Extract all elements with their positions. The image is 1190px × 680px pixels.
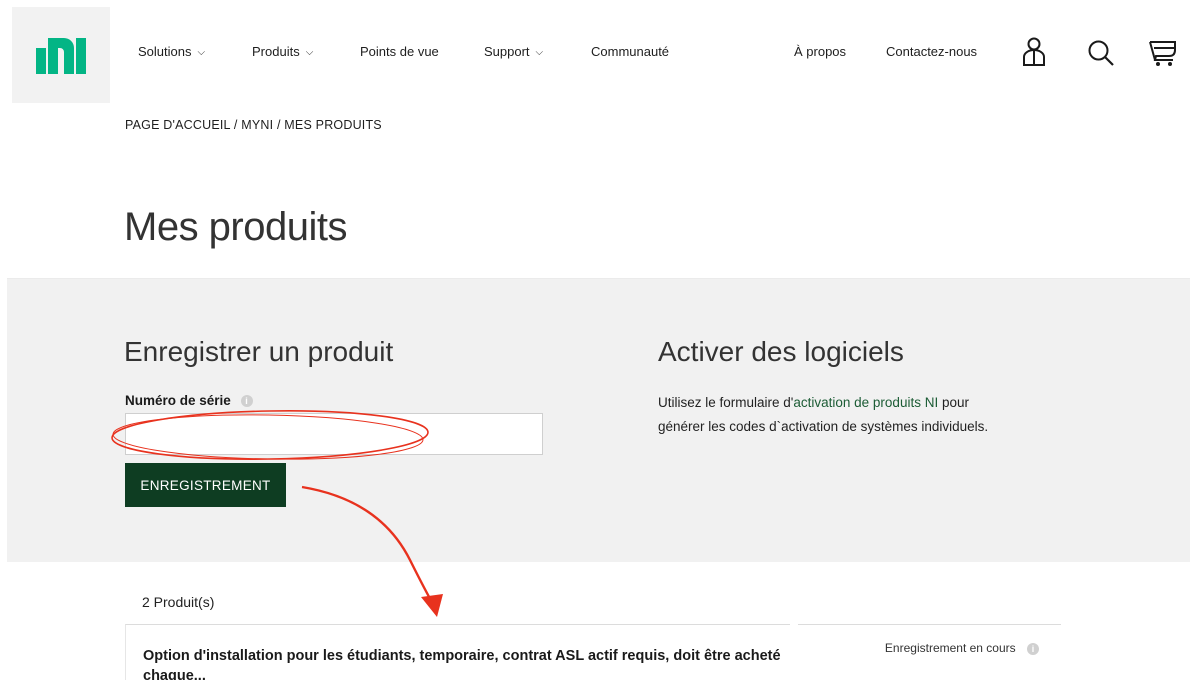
info-icon[interactable]: i: [1027, 642, 1039, 655]
activate-software-heading: Activer des logiciels: [658, 336, 904, 367]
breadcrumb[interactable]: PAGE D'ACCUEIL / MYNI / MES PRODUITS: [125, 118, 382, 132]
cart-icon[interactable]: [1149, 38, 1177, 68]
activate-description: Utilisez le formulaire d'activation de p…: [658, 395, 989, 434]
nav-support[interactable]: Support ⌵: [484, 44, 543, 59]
product-card[interactable]: Option d'installation pour les étudiants…: [125, 624, 790, 680]
register-product-heading: Enregistrer un produit: [124, 336, 394, 367]
ni-logo[interactable]: [12, 7, 110, 103]
nav-communaute[interactable]: Communauté: [591, 44, 669, 59]
activation-form-link[interactable]: activation de produits NI: [793, 395, 938, 410]
nav-points-de-vue[interactable]: Points de vue: [360, 44, 439, 59]
info-icon[interactable]: i: [240, 395, 253, 408]
page-title: Mes produits: [124, 205, 347, 249]
nav-produits[interactable]: Produits ⌵: [252, 44, 313, 59]
chevron-down-icon: ⌵: [305, 47, 314, 58]
product-title[interactable]: Option d'installation pour les étudiants…: [143, 646, 783, 680]
register-button[interactable]: ENREGISTREMENT: [125, 463, 286, 507]
chevron-down-icon: ⌵: [535, 47, 544, 58]
serial-number-label: Numéro de série i: [125, 393, 253, 408]
ni-logo-mark: [36, 38, 86, 74]
search-icon[interactable]: [1087, 39, 1115, 67]
registration-status: Enregistrement en cours i: [885, 641, 1039, 655]
serial-number-input[interactable]: [125, 413, 543, 455]
product-count: 2 Produit(s): [142, 594, 215, 610]
user-icon[interactable]: [1020, 37, 1048, 67]
nav-contactez-nous[interactable]: Contactez-nous: [886, 44, 977, 59]
nav-a-propos[interactable]: À propos: [794, 44, 846, 59]
product-status-card: Enregistrement en cours i: [798, 624, 1061, 680]
chevron-down-icon: ⌵: [197, 47, 206, 58]
annotation-arrow-head: [421, 594, 443, 617]
nav-solutions[interactable]: Solutions ⌵: [138, 44, 205, 59]
